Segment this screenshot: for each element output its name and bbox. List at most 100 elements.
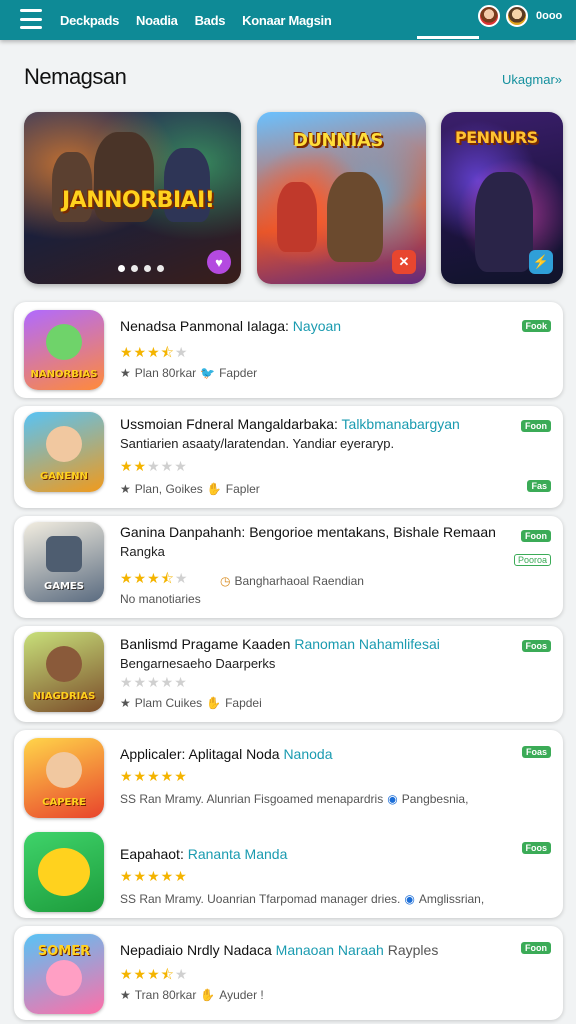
meta-text: Plan, Goikes: [134, 482, 203, 496]
nav-tab-3[interactable]: Bads: [195, 13, 226, 28]
app-meta: SS Ran Mramy. Uoanrian Tfarpomad manager…: [120, 892, 484, 906]
app-name: Banlismd Pragame Kaaden: [120, 636, 291, 652]
star-icon: ★: [120, 366, 131, 380]
developer-link[interactable]: Nanoda: [283, 746, 332, 762]
developer-link[interactable]: Rananta Manda: [188, 846, 288, 862]
bird-icon: 🐦: [200, 366, 216, 380]
banner-title: JANNORBIAI!: [62, 188, 215, 213]
meta-text-2: Ayuder !: [219, 988, 264, 1002]
hand-icon: ✋: [206, 482, 222, 496]
app-title: Eapahaot: Rananta Manda: [120, 846, 287, 862]
list-item[interactable]: GAMES Ganina Danpahanh: Bengorioe mentak…: [14, 516, 563, 616]
globe-icon: ◉: [404, 892, 415, 906]
app-card: GANENN Ussmoian Fdneral Mangaldarbaka: T…: [14, 406, 563, 508]
app-icon: GANENN: [24, 412, 104, 492]
app-name: Nepadiaio Nrdly Nadaca: [120, 942, 272, 958]
section-title: Nemagsan: [24, 64, 127, 89]
close-icon[interactable]: ✕: [392, 250, 416, 274]
app-meta: SS Ran Mramy. Alunrian Fisgoamed menapar…: [120, 792, 468, 806]
app-card: NANORBIAS Nenadsa Panmonal Ialaga: Nayoa…: [14, 302, 563, 398]
list-item[interactable]: CAPERE Applicaler: Aplitagal Noda Nanoda…: [14, 730, 563, 830]
heart-icon[interactable]: ♥: [207, 250, 231, 274]
install-button[interactable]: Fook: [521, 320, 551, 332]
character-icon: [46, 752, 82, 788]
avatar[interactable]: [506, 5, 528, 27]
meta-text-2: Amglissrian,: [418, 892, 485, 906]
app-name: Nenadsa Panmonal Ialaga:: [120, 318, 289, 334]
meta-text: Plan 80rkar: [134, 366, 197, 380]
featured-banner-1[interactable]: JANNORBIAI! ♥: [24, 112, 241, 284]
rating-stars: ★★★⯪★: [120, 344, 189, 360]
rating-stars: ★★★★★: [120, 868, 188, 884]
install-button[interactable]: Foon: [521, 530, 551, 542]
meta-text-2: Fapler: [225, 482, 260, 496]
clock-icon: ◷: [220, 574, 231, 588]
list-item[interactable]: SOMER Nepadiaio Nrdly Nadaca Manaoan Nar…: [14, 926, 563, 1024]
globe-icon: ◉: [387, 792, 398, 806]
meta-text: SS Ran Mramy. Alunrian Fisgoamed menapar…: [120, 792, 384, 806]
list-item[interactable]: GANENN Ussmoian Fdneral Mangaldarbaka: T…: [14, 406, 563, 506]
app-title: Applicaler: Aplitagal Noda Nanoda: [120, 746, 332, 762]
install-button[interactable]: Foos: [521, 640, 551, 652]
meta-text: Tran 80rkar: [134, 988, 197, 1002]
nav-tab-4[interactable]: Konaar Magsin: [242, 13, 332, 28]
meta-text: Plam Cuikes: [134, 696, 203, 710]
install-button[interactable]: Foos: [521, 842, 551, 854]
menu-icon[interactable]: [20, 9, 42, 29]
tag-badge[interactable]: Fas: [527, 480, 551, 492]
app-icon: SOMER: [24, 934, 104, 1014]
star-icon: ★: [120, 696, 131, 710]
see-more-link[interactable]: Ukagmar»: [502, 72, 562, 87]
avatar[interactable]: [478, 5, 500, 27]
bolt-icon[interactable]: ⚡: [529, 250, 553, 274]
nav-tab-1[interactable]: Deckpads: [60, 13, 119, 28]
app-title: Ganina Danpahanh: Bengorioe mentakans, B…: [120, 524, 496, 540]
developer-link[interactable]: Manaoan Naraah: [276, 942, 384, 958]
app-title: Ussmoian Fdneral Mangaldarbaka: Talkbman…: [120, 416, 460, 432]
nav-tab-2[interactable]: Noadia: [136, 13, 178, 28]
app-title: Banlismd Pragame Kaaden Ranoman Nahamlif…: [120, 636, 440, 652]
header-count: 0ooo: [536, 10, 563, 22]
character-icon: [46, 426, 82, 462]
active-tab-indicator: [417, 36, 479, 39]
app-icon: [24, 832, 104, 912]
app-description: Santiarien asaaty/laratendan. Yandiar ey…: [120, 436, 395, 451]
install-button[interactable]: Foon: [521, 942, 551, 954]
app-card: CAPERE Applicaler: Aplitagal Noda Nanoda…: [14, 730, 563, 918]
app-name: Eapahaot:: [120, 846, 184, 862]
developer-link[interactable]: Talkbmanabargyan: [342, 416, 460, 432]
character-icon: [46, 324, 82, 360]
list-item[interactable]: NIAGDRIAS Banlismd Pragame Kaaden Ranoma…: [14, 626, 563, 726]
install-button[interactable]: Foas: [521, 746, 551, 758]
meta-text: Bangharhaoal Raendian: [234, 574, 364, 588]
app-icon-label: GAMES: [44, 581, 84, 592]
banner-title: DUNNIAS: [293, 130, 383, 151]
install-button[interactable]: Foon: [521, 420, 551, 432]
developer-link[interactable]: Nayoan: [293, 318, 341, 334]
app-icon: CAPERE: [24, 738, 104, 818]
list-item[interactable]: NANORBIAS Nenadsa Panmonal Ialaga: Nayoa…: [14, 302, 563, 402]
app-description: Bengarnesaeho Daarperks: [120, 656, 276, 671]
app-icon: NANORBIAS: [24, 310, 104, 390]
app-meta: ★ Tran 80rkar ✋ Ayuder !: [120, 988, 264, 1002]
featured-banner-2[interactable]: DUNNIAS ✕: [257, 112, 426, 284]
list-item[interactable]: Eapahaot: Rananta Manda ★★★★★ SS Ran Mra…: [14, 830, 563, 930]
rating-stars: ★★★⯪★: [120, 570, 189, 586]
app-icon: NIAGDRIAS: [24, 632, 104, 712]
carousel-dots[interactable]: [118, 265, 164, 272]
app-meta: ★ Plan, Goikes ✋ Fapler: [120, 482, 260, 496]
app-icon-label: CAPERE: [42, 797, 86, 808]
app-meta: ★ Plan 80rkar 🐦 Fapder: [120, 366, 257, 380]
featured-banner-3[interactable]: PENNURS ⚡: [441, 112, 563, 284]
character-icon: [46, 646, 82, 682]
banner-title: PENNURS: [455, 128, 538, 147]
app-title: Nepadiaio Nrdly Nadaca Manaoan Naraah Ra…: [120, 942, 438, 958]
app-name: Applicaler: Aplitagal Noda: [120, 746, 280, 762]
character-figure: [327, 172, 383, 262]
rating-stars: ★★★★★: [120, 674, 188, 690]
meta-text-2: Fapder: [219, 366, 258, 380]
developer-link[interactable]: Ranoman Nahamlifesai: [294, 636, 440, 652]
meta-text-2: Pangbesnia,: [401, 792, 469, 806]
meta-text-2: Fapdei: [225, 696, 262, 710]
publisher-text: Rayples: [387, 942, 439, 958]
